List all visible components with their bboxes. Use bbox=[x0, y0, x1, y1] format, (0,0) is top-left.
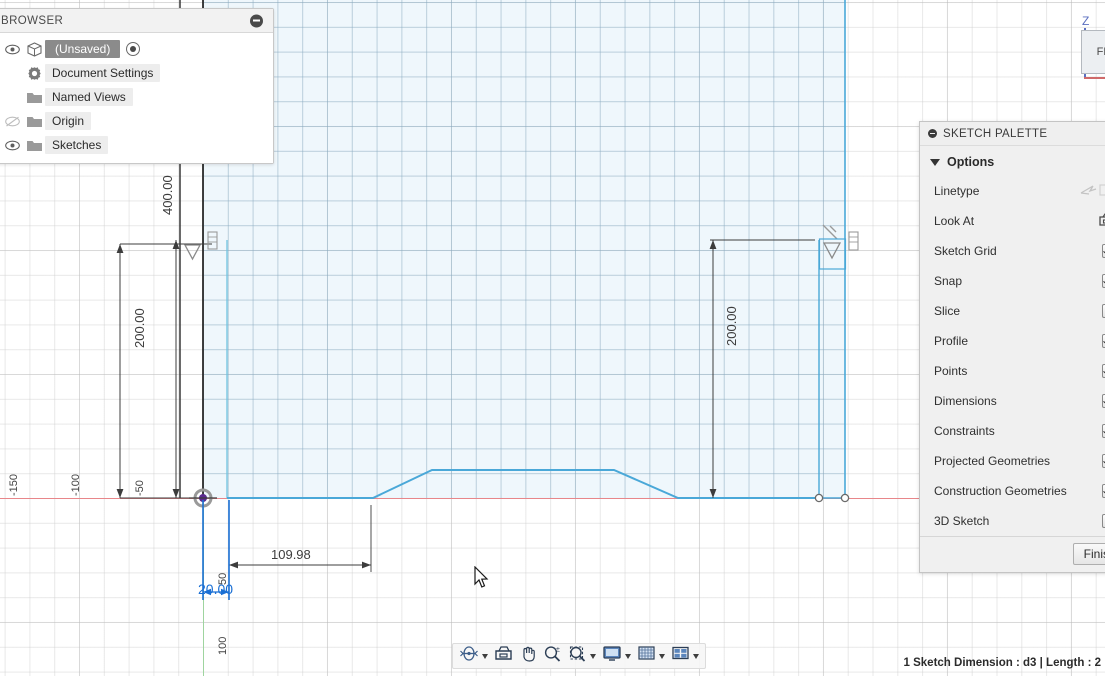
chevron-down-icon[interactable] bbox=[930, 158, 940, 166]
dimension-label-400[interactable]: 400.00 bbox=[160, 175, 175, 215]
sketch-palette-title: SKETCH PALETTE bbox=[943, 127, 1048, 140]
palette-section-options[interactable]: Options bbox=[920, 146, 1105, 176]
tree-item-origin[interactable]: Origin bbox=[0, 109, 273, 133]
palette-row-constraints[interactable]: Constraints bbox=[920, 416, 1105, 446]
palette-label-slice: Slice bbox=[934, 304, 961, 318]
dimension-label-109[interactable]: 109.98 bbox=[271, 547, 311, 562]
palette-row-snap[interactable]: Snap bbox=[920, 266, 1105, 296]
ruler-label-x-minus50: -50 bbox=[134, 480, 146, 496]
browser-header: BROWSER bbox=[0, 9, 273, 33]
viewcube-x-axis bbox=[1084, 77, 1105, 79]
chevron-down-icon[interactable] bbox=[625, 653, 631, 659]
chevron-down-icon[interactable] bbox=[482, 653, 488, 659]
chevron-right-icon[interactable] bbox=[0, 68, 1, 79]
minus-circle-icon[interactable] bbox=[250, 14, 263, 27]
eye-visible-icon[interactable] bbox=[1, 44, 23, 55]
active-component-radio[interactable] bbox=[126, 42, 141, 56]
svg-text:±: ± bbox=[556, 646, 560, 653]
look-at-button[interactable] bbox=[492, 645, 515, 667]
eye-hidden-icon[interactable] bbox=[1, 116, 23, 127]
palette-row-look-at[interactable]: Look At bbox=[920, 206, 1105, 236]
gear-icon bbox=[23, 66, 45, 81]
orbit-icon bbox=[459, 645, 479, 667]
document-cube-icon bbox=[23, 41, 45, 57]
sketch-palette-header: SKETCH PALETTE bbox=[920, 122, 1105, 146]
browser-title: BROWSER bbox=[1, 14, 64, 27]
finish-sketch-button[interactable]: Finis bbox=[1072, 543, 1105, 565]
palette-row-projected-geometries[interactable]: Projected Geometries bbox=[920, 446, 1105, 476]
tree-item-label-document-settings: Document Settings bbox=[45, 64, 161, 82]
display-settings-icon bbox=[602, 645, 622, 667]
pan-button[interactable] bbox=[517, 645, 539, 667]
orbit-button[interactable] bbox=[457, 645, 490, 667]
chevron-down-icon[interactable] bbox=[659, 653, 665, 659]
palette-row-slice[interactable]: Slice bbox=[920, 296, 1105, 326]
tree-item-document-settings[interactable]: Document Settings bbox=[0, 61, 273, 85]
folder-icon bbox=[23, 139, 45, 152]
linetype-secondary-icon[interactable] bbox=[1098, 183, 1105, 200]
palette-row-sketch-grid[interactable]: Sketch Grid bbox=[920, 236, 1105, 266]
palette-label-points: Points bbox=[934, 364, 968, 378]
folder-icon bbox=[23, 115, 45, 128]
tree-item-named-views[interactable]: Named Views bbox=[0, 85, 273, 109]
palette-label-projected-geometries: Projected Geometries bbox=[934, 454, 1051, 468]
palette-row-3d-sketch[interactable]: 3D Sketch bbox=[920, 506, 1105, 536]
palette-label-snap: Snap bbox=[934, 274, 963, 288]
palette-label-sketch-grid: Sketch Grid bbox=[934, 244, 997, 258]
look-at-icon[interactable] bbox=[1098, 212, 1105, 230]
viewcube-front-face[interactable]: FR bbox=[1081, 30, 1105, 74]
display-settings-button[interactable] bbox=[600, 645, 633, 667]
palette-label-look-at: Look At bbox=[934, 214, 975, 228]
palette-label-constraints: Constraints bbox=[934, 424, 995, 438]
folder-icon bbox=[23, 91, 45, 104]
tree-item-label-named-views: Named Views bbox=[45, 88, 133, 106]
chevron-right-icon[interactable] bbox=[0, 92, 1, 103]
palette-section-label: Options bbox=[947, 155, 995, 169]
dimension-label-200-right[interactable]: 200.00 bbox=[724, 306, 739, 346]
palette-actions: Finis bbox=[920, 536, 1105, 572]
dimension-label-20[interactable]: 20.00 bbox=[198, 581, 233, 597]
tree-item-unsaved[interactable]: (Unsaved) bbox=[0, 37, 273, 61]
navigation-toolbar[interactable]: ± bbox=[452, 643, 706, 669]
status-bar-text: 1 Sketch Dimension : d3 | Length : 2 bbox=[903, 657, 1101, 669]
tree-item-label-sketches: Sketches bbox=[45, 136, 109, 154]
minus-circle-icon[interactable] bbox=[928, 129, 937, 138]
tree-item-label-unsaved: (Unsaved) bbox=[45, 40, 121, 58]
palette-row-linetype[interactable]: Linetype bbox=[920, 176, 1105, 206]
tree-item-label-origin: Origin bbox=[45, 112, 92, 130]
eye-visible-icon[interactable] bbox=[1, 140, 23, 151]
chevron-down-icon[interactable] bbox=[693, 653, 699, 659]
zoom-button[interactable]: ± bbox=[541, 645, 564, 667]
viewcube-z-label: Z bbox=[1082, 14, 1090, 28]
grid-snaps-icon bbox=[637, 645, 656, 667]
palette-label-linetype: Linetype bbox=[934, 184, 980, 198]
viewports-icon bbox=[671, 645, 690, 667]
ruler-label-x-minus150: -150 bbox=[8, 473, 20, 496]
fusion360-window: -150 -100 -50 50 100 400.00 200.00 200.0… bbox=[0, 0, 1105, 676]
palette-label-dimensions: Dimensions bbox=[934, 394, 997, 408]
browser-panel[interactable]: BROWSER (Unsaved) Document Settings Name… bbox=[0, 8, 274, 164]
tree-item-sketches[interactable]: Sketches bbox=[0, 133, 273, 157]
palette-label-construction-geometries: Construction Geometries bbox=[934, 484, 1067, 498]
palette-row-construction-geometries[interactable]: Construction Geometries bbox=[920, 476, 1105, 506]
zoom-window-icon bbox=[568, 645, 587, 668]
palette-row-profile[interactable]: Profile bbox=[920, 326, 1105, 356]
dimension-label-200-left[interactable]: 200.00 bbox=[132, 308, 147, 348]
view-cube[interactable]: Z FR bbox=[1059, 0, 1105, 95]
palette-row-points[interactable]: Points bbox=[920, 356, 1105, 386]
zoom-icon: ± bbox=[543, 645, 562, 668]
linetype-icon[interactable] bbox=[1080, 183, 1098, 200]
viewports-button[interactable] bbox=[669, 645, 701, 667]
ruler-label-x-minus100: -100 bbox=[70, 473, 82, 496]
palette-label-profile: Profile bbox=[934, 334, 969, 348]
browser-tree: (Unsaved) Document Settings Named Views … bbox=[0, 33, 273, 163]
look-at-icon bbox=[494, 645, 513, 667]
pan-hand-icon bbox=[519, 645, 537, 668]
sketch-palette-panel[interactable]: SKETCH PALETTE Options Linetype Look At … bbox=[919, 121, 1105, 573]
palette-label-3d-sketch: 3D Sketch bbox=[934, 514, 990, 528]
zoom-window-button[interactable] bbox=[566, 645, 598, 667]
grid-snaps-button[interactable] bbox=[635, 645, 667, 667]
palette-row-dimensions[interactable]: Dimensions bbox=[920, 386, 1105, 416]
chevron-down-icon[interactable] bbox=[590, 653, 596, 659]
